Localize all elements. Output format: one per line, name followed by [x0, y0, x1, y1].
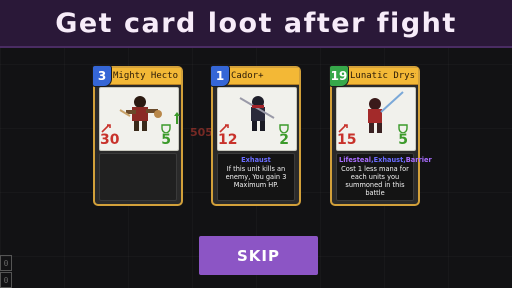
- card-stats: 12 2: [217, 124, 295, 150]
- edge-counter-top: 0: [0, 255, 12, 271]
- keyword-line: Lifesteal,Exhaust,Barrier: [339, 156, 432, 164]
- health-value: 5: [398, 132, 408, 148]
- card-stats: 30 5: [99, 124, 177, 150]
- banner-title: Get card loot after fight: [55, 7, 457, 39]
- keyword-exhaust: Exhaust: [241, 156, 271, 164]
- health-value: 2: [279, 132, 289, 148]
- mana-cost-value: 1: [215, 69, 225, 83]
- keyword-lifesteal: Lifesteal: [339, 156, 372, 164]
- loot-banner: Get card loot after fight: [0, 0, 512, 48]
- skip-button[interactable]: SKIP: [199, 236, 318, 275]
- mana-cost-value: 3: [97, 69, 107, 83]
- health-value: 5: [161, 132, 171, 148]
- attack-value: 12: [218, 132, 238, 148]
- loot-card-mighty-hector[interactable]: Mighty Hector 3 30 5: [92, 65, 183, 206]
- mana-cost-value: 19: [330, 69, 348, 83]
- loot-card-cador[interactable]: Cador+ 1 12 2 Exhaust If this unit kills…: [210, 65, 301, 206]
- card-stats: 15 5: [336, 124, 414, 150]
- keyword-barrier: Barrier: [405, 156, 432, 164]
- card-name: Lunatic Dryst: [350, 71, 416, 81]
- edge-counter-bottom: 0: [0, 272, 12, 288]
- mana-cost-badge: 19: [329, 65, 349, 87]
- card-name: Cador+: [231, 71, 264, 81]
- attack-value: 15: [337, 132, 357, 148]
- card-description: Lifesteal,Exhaust,Barrier Cost 1 less ma…: [336, 153, 432, 201]
- description-text: Cost 1 less mana for each units you summ…: [341, 165, 409, 197]
- mana-cost-badge: 3: [92, 65, 112, 87]
- upgrade-arrow-icon: [174, 112, 180, 124]
- background-damage-number: 505: [190, 126, 213, 139]
- attack-value: 30: [100, 132, 120, 148]
- card-name: Mighty Hector: [113, 71, 179, 81]
- description-text: If this unit kills an enemy, You gain 3 …: [225, 165, 287, 189]
- card-description: [99, 153, 177, 201]
- keyword-exhaust: Exhaust: [373, 156, 404, 164]
- card-description: Exhaust If this unit kills an enemy, You…: [217, 153, 295, 201]
- mana-cost-badge: 1: [210, 65, 230, 87]
- loot-card-lunatic-dryst[interactable]: Lunatic Dryst 19 15 5 Lifesteal,Exhaust,…: [329, 65, 432, 206]
